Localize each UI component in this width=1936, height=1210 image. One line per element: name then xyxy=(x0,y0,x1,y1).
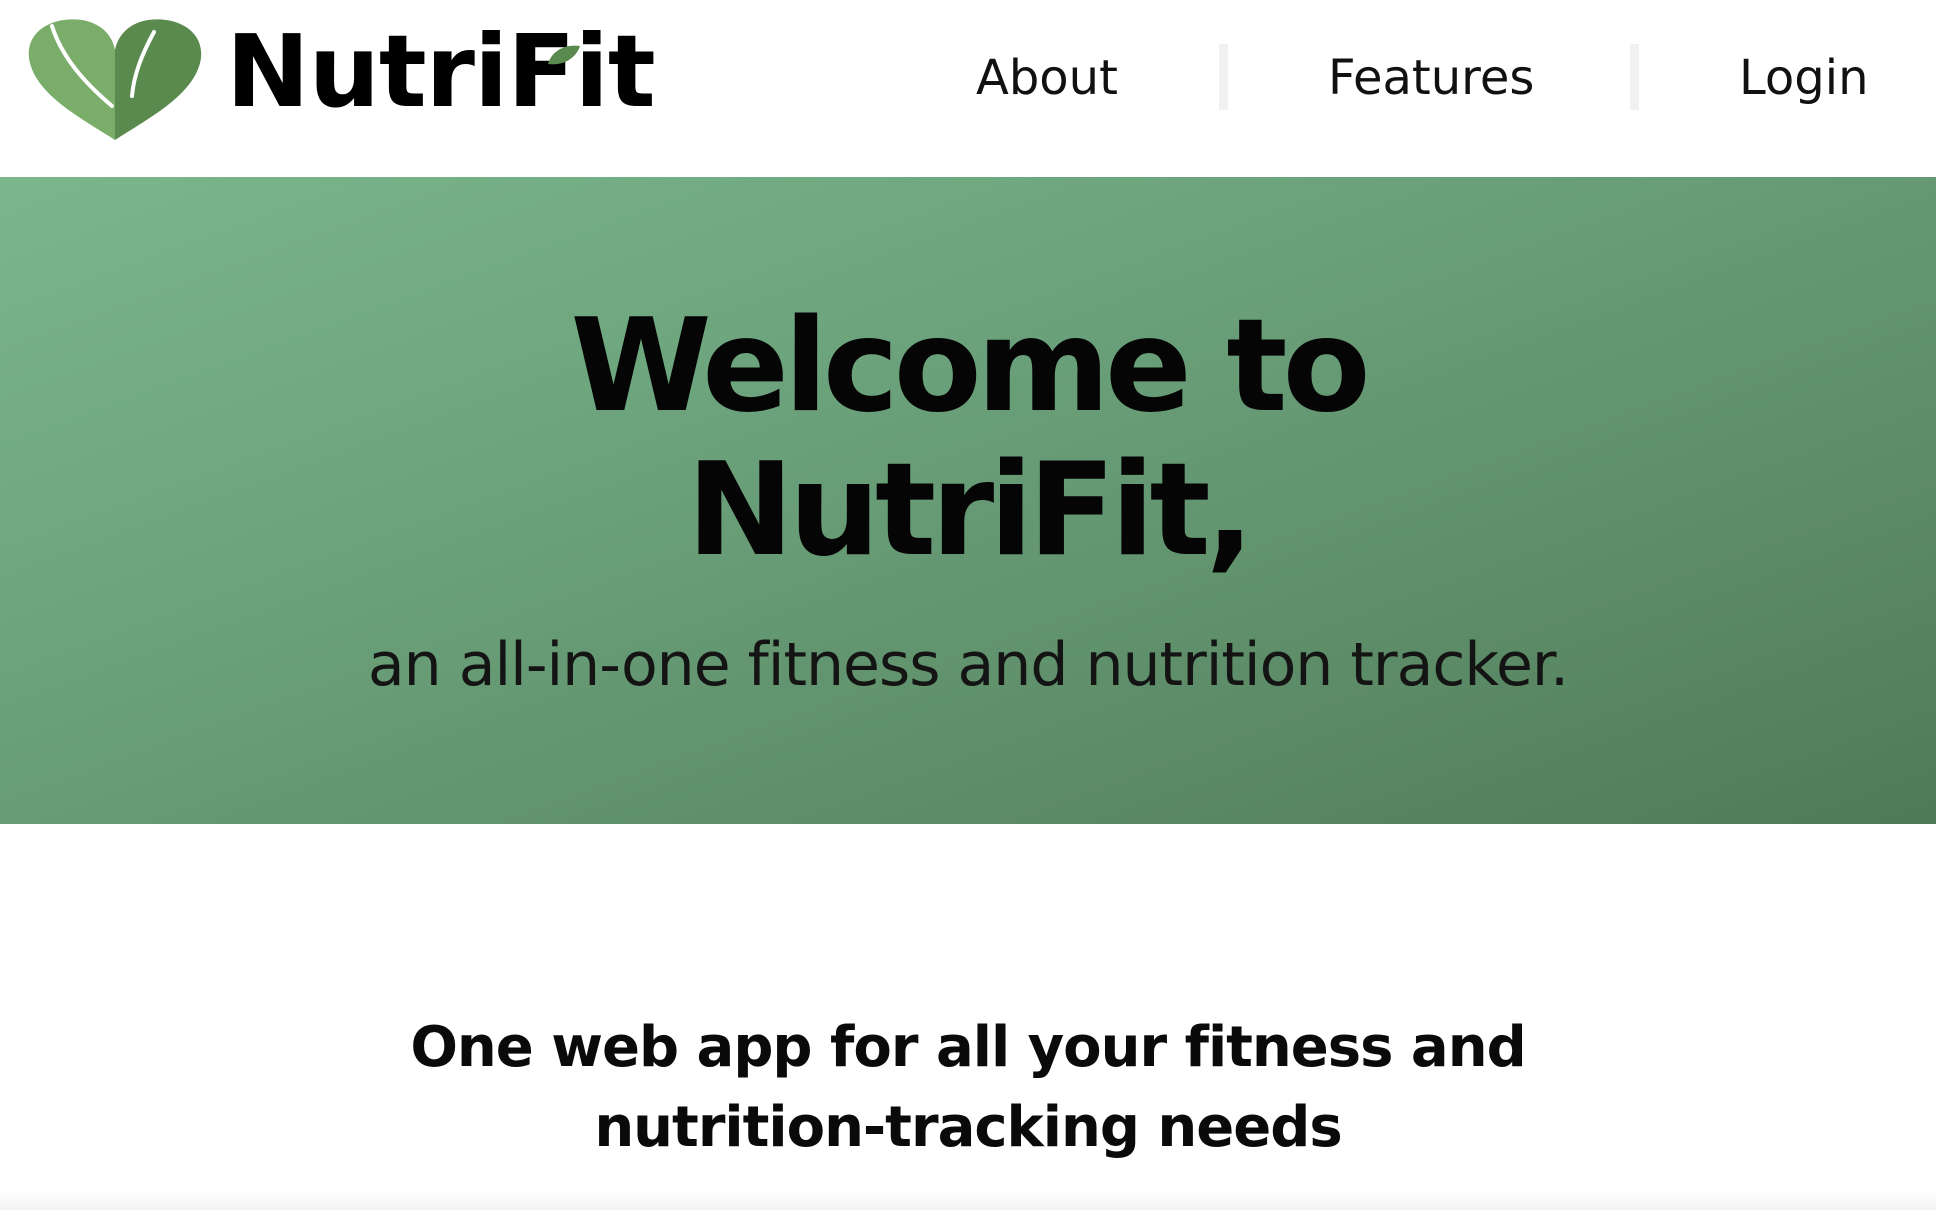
hero-title-line2: NutriFit, xyxy=(686,436,1255,585)
tagline-line2: nutrition-tracking needs xyxy=(594,1095,1342,1160)
nav-features-link[interactable]: Features xyxy=(1328,44,1534,112)
section-tagline: One web app for all your fitness and nut… xyxy=(0,1008,1936,1168)
nav-about-link[interactable]: About xyxy=(976,44,1118,112)
heart-leaf-icon xyxy=(28,19,202,140)
tagline-line1: One web app for all your fitness and xyxy=(410,1015,1526,1080)
hero-subtitle: an all-in-one fitness and nutrition trac… xyxy=(367,630,1569,700)
hero-title: Welcome to NutriFit, xyxy=(0,295,1936,583)
hero-title-line1: Welcome to xyxy=(570,292,1371,441)
site-header: NutriFit About Features Login xyxy=(0,0,1936,177)
brand-logo-link[interactable]: NutriFit xyxy=(26,8,656,140)
scroll-shadow xyxy=(0,1192,1936,1210)
small-leaf-icon xyxy=(548,45,580,65)
nav-divider xyxy=(1630,44,1639,110)
hero-banner: Welcome to NutriFit, an all-in-one fitne… xyxy=(0,177,1936,824)
page: NutriFit About Features Login Welcome to… xyxy=(0,0,1936,1210)
nav-divider xyxy=(1219,44,1228,110)
nav-login-link[interactable]: Login xyxy=(1739,44,1869,112)
brand-name: NutriFit xyxy=(226,13,656,130)
